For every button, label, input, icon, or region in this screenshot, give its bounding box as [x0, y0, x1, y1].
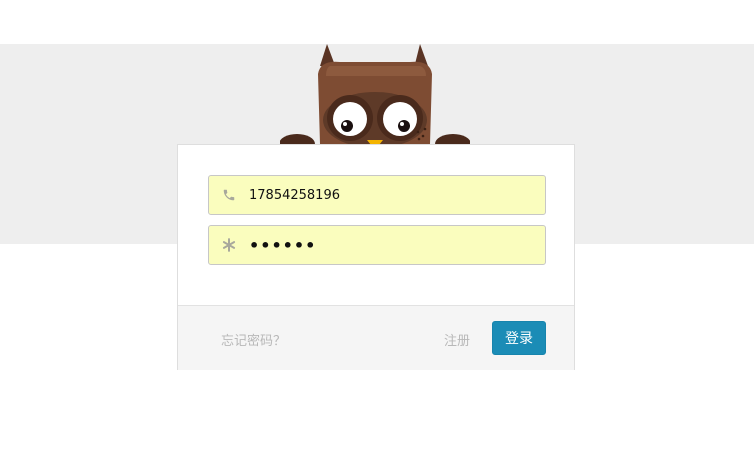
register-link[interactable]: 注册 [444, 330, 470, 349]
login-button[interactable]: 登录 [492, 321, 546, 355]
login-page: 忘记密码？ 注册 登录 [0, 0, 754, 456]
phone-input[interactable] [249, 176, 539, 214]
password-field[interactable] [208, 225, 546, 265]
phone-field[interactable] [208, 175, 546, 215]
card-footer: 忘记密码？ 注册 登录 [178, 305, 574, 370]
password-input[interactable] [249, 226, 539, 264]
forgot-password-link[interactable]: 忘记密码？ [221, 330, 286, 349]
owl-mascot [280, 44, 470, 154]
phone-icon [219, 185, 239, 205]
login-card: 忘记密码？ 注册 登录 [177, 144, 575, 370]
asterisk-icon [219, 235, 239, 255]
